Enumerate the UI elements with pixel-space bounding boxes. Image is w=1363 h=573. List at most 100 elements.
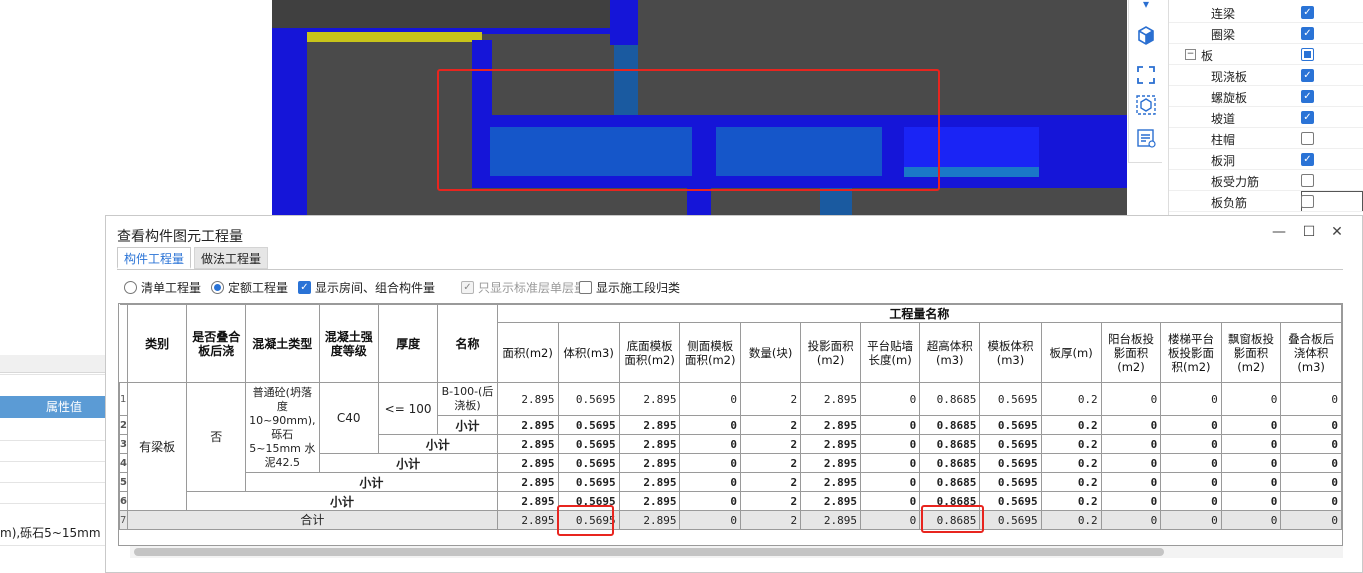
column — [472, 40, 492, 115]
header-concrete-type: 混凝土类型 — [245, 304, 320, 383]
checkbox-construction-stage[interactable]: 显示施工段归类 — [579, 279, 680, 296]
cell-concrete-type: 普通砼(坍落度10~90mm),砾石5~15mm 水泥42.5 — [245, 382, 320, 473]
cell-value: 2.895 — [618, 491, 681, 511]
minimize-button[interactable]: — — [1270, 224, 1288, 240]
cell-value: 0 — [1160, 510, 1222, 530]
tab-method-quantity[interactable]: 做法工程量 — [194, 247, 269, 269]
cell-value: 2.895 — [618, 472, 681, 492]
tree-item-bandong[interactable]: 板洞 ✓ — [1169, 149, 1363, 170]
cell-value: 0 — [679, 472, 741, 492]
cell-value: 2 — [739, 510, 802, 530]
tree-item-label: 柱帽 — [1211, 133, 1236, 147]
checkbox[interactable]: ✓ — [1301, 111, 1314, 124]
radio-circle[interactable] — [211, 281, 224, 294]
tree-item-label: 板负筋 — [1211, 196, 1248, 210]
view-3d-icon[interactable] — [1134, 94, 1158, 118]
tree-item-zhumao[interactable]: 柱帽 — [1169, 128, 1363, 149]
radio-circle[interactable] — [124, 281, 137, 294]
column — [272, 34, 307, 215]
checkbox[interactable] — [1301, 174, 1314, 187]
checkbox[interactable]: ✓ — [461, 281, 474, 294]
cell-category: 有梁板 — [126, 382, 188, 511]
table-row[interactable]: 5 小计 2.895 0.5695 2.895 0 2 2.895 0 0.86… — [119, 472, 1342, 492]
table-row[interactable]: 1 有梁板 否 普通砼(坍落度10~90mm),砾石5~15mm 水泥42.5 … — [119, 382, 1342, 511]
cell-value: 0 — [1100, 510, 1162, 530]
slab — [904, 127, 1039, 167]
radio-label: 清单工程量 — [141, 281, 202, 295]
qty-header: 体积(m3) — [557, 322, 620, 383]
properties-icon[interactable] — [1134, 127, 1158, 151]
header-name: 名称 — [437, 304, 498, 383]
tree-item-label: 圈梁 — [1211, 28, 1236, 42]
checkbox[interactable]: ✓ — [298, 281, 311, 294]
model-3d-canvas[interactable] — [272, 0, 1127, 215]
cell-value: 0.5695 — [557, 382, 620, 416]
tab-component-quantity[interactable]: 构件工程量 — [117, 247, 192, 269]
cube-icon[interactable] — [1134, 24, 1158, 48]
collapse-toggle[interactable]: − — [1185, 49, 1196, 60]
cell-value: 0.5695 — [557, 491, 620, 511]
cell-value: 0.2 — [1040, 453, 1102, 473]
subtotal-label: 小计 — [186, 491, 498, 511]
cell-value: 2 — [739, 382, 802, 416]
qty-header: 叠合板后浇体积(m3) — [1280, 322, 1342, 383]
checkbox[interactable]: ✓ — [1301, 69, 1314, 82]
cell-value: 2.895 — [496, 472, 559, 492]
cell-value: 0 — [1280, 415, 1342, 435]
cell-value: 2.895 — [496, 415, 559, 435]
checkbox[interactable]: ✓ — [1301, 153, 1314, 166]
subtotal-label: 小计 — [245, 472, 498, 492]
row-number: 1 — [119, 382, 128, 416]
cell-value: 0 — [1280, 382, 1342, 416]
cell-value: 0 — [1100, 415, 1162, 435]
chevron-down-icon[interactable]: ▾ — [1134, 0, 1158, 12]
tree-item-luoxuanban[interactable]: 螺旋板 ✓ — [1169, 86, 1363, 107]
checkbox[interactable] — [579, 281, 592, 294]
cell-value: 0 — [679, 434, 741, 454]
cell-value: 0.2 — [1040, 434, 1102, 454]
checkbox[interactable]: ✓ — [1301, 90, 1314, 103]
header-thickness: 厚度 — [377, 304, 439, 383]
radio-dinge[interactable]: 定额工程量 — [211, 279, 288, 296]
row-number: 3 — [119, 434, 128, 454]
maximize-button[interactable]: ☐ — [1300, 224, 1318, 240]
cell-value: 0.5695 — [557, 472, 620, 492]
scrollbar-thumb[interactable] — [134, 548, 1164, 556]
tree-item-xianjiaoban[interactable]: 现浇板 ✓ — [1169, 65, 1363, 86]
checkbox-show-room[interactable]: ✓ 显示房间、组合构件量 — [298, 279, 435, 296]
slab-edge — [904, 167, 1039, 177]
horizontal-scrollbar[interactable] — [130, 546, 1343, 558]
radio-qingdan[interactable]: 清单工程量 — [124, 279, 201, 296]
row-number-header — [119, 304, 128, 383]
cell-value: 2.895 — [496, 434, 559, 454]
cell-value: 2.895 — [800, 382, 862, 416]
cell-value: 0.8685 — [919, 415, 981, 435]
cell-stacked: 否 — [186, 382, 247, 492]
select-box-icon[interactable] — [1134, 64, 1158, 88]
table-row[interactable]: 6 小计 2.895 0.5695 2.895 0 2 2.895 0 0.86… — [119, 491, 1342, 511]
qty-header: 飘窗板投影面积(m2) — [1220, 322, 1282, 383]
checkbox[interactable]: ✓ — [1301, 27, 1314, 40]
close-button[interactable]: ✕ — [1328, 224, 1346, 240]
table-row-total[interactable]: 7 合计 2.895 0.5695 2.895 0 2 2.895 0 0.86… — [119, 510, 1342, 530]
checkbox-standard-floor[interactable]: ✓ 只显示标准层单层量 — [461, 279, 586, 296]
quantity-table-container[interactable]: 类别 是否叠合板后浇 混凝土类型 混凝土强度等级 厚度 名称 工程量名称 面积(… — [118, 303, 1343, 546]
prop-value-text[interactable]: m),砾石5~15mm 2 — [0, 524, 112, 541]
cell-value: 2.895 — [496, 510, 559, 530]
checkbox[interactable] — [1301, 195, 1314, 208]
checkbox[interactable] — [1301, 48, 1314, 61]
checkbox[interactable]: ✓ — [1301, 6, 1314, 19]
tree-item-ban[interactable]: − 板 — [1169, 44, 1363, 65]
tree-item-label: 板受力筋 — [1211, 175, 1260, 189]
tree-item-podao[interactable]: 坡道 ✓ — [1169, 107, 1363, 128]
tree-item-quanliang[interactable]: 圈梁 ✓ — [1169, 23, 1363, 44]
cell-value: 0.2 — [1040, 382, 1102, 416]
tree-item-lianliang[interactable]: 连梁 ✓ — [1169, 2, 1363, 23]
tree-item-banfujin[interactable]: 板负筋 — [1169, 191, 1363, 212]
qty-header: 超高体积(m3) — [919, 322, 981, 383]
checkbox[interactable] — [1301, 132, 1314, 145]
qty-header: 数量(块) — [739, 322, 802, 383]
cell-value: 0 — [1220, 382, 1282, 416]
options-bar: 清单工程量 定额工程量 ✓ 显示房间、组合构件量 ✓ 只显示标准层单层量 显示施… — [124, 279, 1344, 297]
tree-item-banshoulijin[interactable]: 板受力筋 — [1169, 170, 1363, 191]
